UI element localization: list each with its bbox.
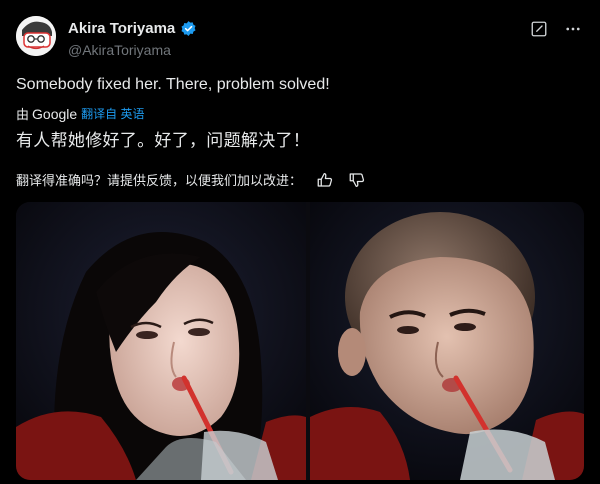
handle[interactable]: @AkiraToriyama xyxy=(68,42,171,58)
translated-text: 有人帮她修好了。好了，问题解决了！ xyxy=(16,131,311,150)
translated-by-label: 由 xyxy=(16,107,30,122)
translated-from-link[interactable]: 翻译自 英语 xyxy=(81,105,144,122)
header-actions xyxy=(530,20,582,38)
translation-attribution: 由 Google 翻译自 英语 xyxy=(16,104,145,123)
more-icon[interactable] xyxy=(564,20,582,38)
translation-feedback: 翻译得准确吗？请提供反馈，以便我们加以改进： xyxy=(16,170,366,189)
verified-badge-icon xyxy=(180,20,197,37)
google-logo-text: Google xyxy=(32,105,78,122)
tweet-header: Akira Toriyama @AkiraToriyama xyxy=(16,14,584,62)
name-row: Akira Toriyama xyxy=(68,20,197,37)
avatar[interactable] xyxy=(16,16,56,56)
thumbs-up-icon[interactable] xyxy=(316,171,334,189)
display-name[interactable]: Akira Toriyama xyxy=(68,20,175,37)
tweet-media[interactable] xyxy=(16,202,584,480)
thumbs-down-icon[interactable] xyxy=(348,171,366,189)
feedback-prompt: 翻译得准确吗？请提供反馈，以便我们加以改进： xyxy=(16,173,303,188)
photo-right[interactable] xyxy=(310,202,584,480)
edit-icon[interactable] xyxy=(530,20,548,38)
photo-left[interactable] xyxy=(16,202,306,480)
tweet-text: Somebody fixed her. There, problem solve… xyxy=(16,76,330,93)
avatar-image xyxy=(16,16,56,56)
